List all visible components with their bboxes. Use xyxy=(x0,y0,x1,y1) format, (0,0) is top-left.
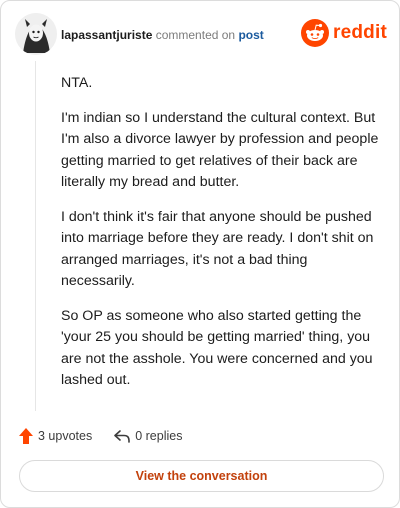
comment-paragraph: NTA. xyxy=(61,75,93,91)
upvote-button[interactable]: 3 upvotes xyxy=(19,428,92,444)
reply-count: 0 replies xyxy=(135,429,183,443)
view-conversation-button[interactable]: View the conversation xyxy=(19,460,384,492)
comment-paragraph: I'm indian so I understand the cultural … xyxy=(61,109,379,191)
upvote-arrow-icon xyxy=(19,428,33,444)
user-avatar-icon[interactable] xyxy=(15,13,57,55)
commented-on-text: commented on xyxy=(155,28,236,42)
upvote-count: 3 upvotes xyxy=(38,429,93,443)
comment-paragraph: So OP as someone who also started gettin… xyxy=(61,307,373,389)
byline: lapassantjuriste commented on post xyxy=(61,28,264,42)
thread-line xyxy=(35,61,36,411)
comment-body: NTA. I'm indian so I understand the cult… xyxy=(61,73,381,405)
username-link[interactable]: lapassantjuriste xyxy=(61,28,152,42)
reply-button[interactable]: 0 replies xyxy=(114,429,182,443)
comment-paragraph: I don't think it's fair that anyone shou… xyxy=(61,208,374,290)
reddit-alien-icon xyxy=(301,19,330,47)
reply-arrow-icon xyxy=(114,430,131,443)
reddit-logo[interactable]: reddit xyxy=(301,19,387,47)
post-link[interactable]: post xyxy=(238,28,263,42)
comment-header: lapassantjuriste commented on post reddi… xyxy=(15,13,387,55)
reddit-wordmark: reddit xyxy=(333,22,387,43)
comment-card: lapassantjuriste commented on post reddi… xyxy=(0,0,400,508)
comment-actions: 3 upvotes 0 replies xyxy=(19,426,204,446)
